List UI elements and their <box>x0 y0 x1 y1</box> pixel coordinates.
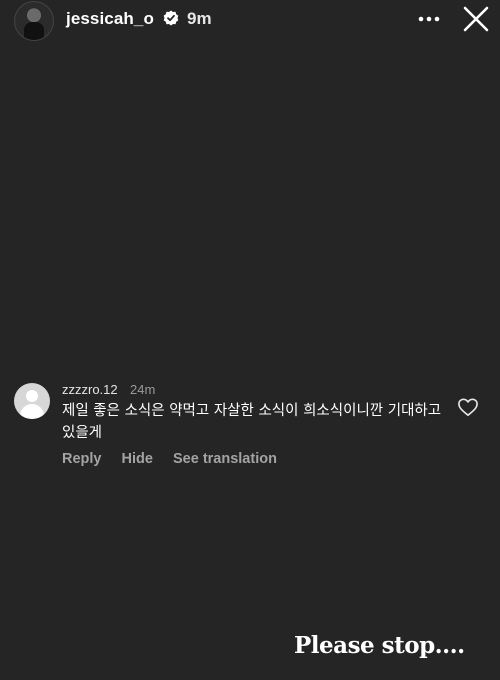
reply-button[interactable]: Reply <box>62 451 102 467</box>
avatar-torso <box>20 404 44 419</box>
story-username[interactable]: jessicah_o <box>66 9 154 29</box>
comment-username[interactable]: zzzzro.12 <box>62 382 118 397</box>
comment-card: zzzzro.12 24m 제일 좋은 소식은 약먹고 자살한 소식이 희소식이… <box>14 378 484 478</box>
more-icon[interactable] <box>416 8 442 30</box>
story-header: jessicah_o 9m <box>0 0 500 41</box>
avatar-figure <box>24 22 44 40</box>
profile-avatar[interactable] <box>14 1 54 41</box>
close-icon[interactable] <box>462 5 490 33</box>
comment-avatar[interactable] <box>14 383 50 419</box>
heart-icon[interactable] <box>457 397 479 417</box>
hide-button[interactable]: Hide <box>122 451 153 467</box>
see-translation-button[interactable]: See translation <box>173 451 277 467</box>
avatar-head <box>26 390 38 402</box>
verified-badge-icon <box>163 10 179 26</box>
story-time: 9m <box>187 9 212 28</box>
comment-actions: Reply Hide See translation <box>62 451 293 467</box>
comment-time: 24m <box>130 382 156 397</box>
overlay-caption: Please stop.... <box>294 632 465 659</box>
comment-text: 제일 좋은 소식은 약먹고 자살한 소식이 희소식이니깐 기대하고 있을게 <box>62 403 442 441</box>
